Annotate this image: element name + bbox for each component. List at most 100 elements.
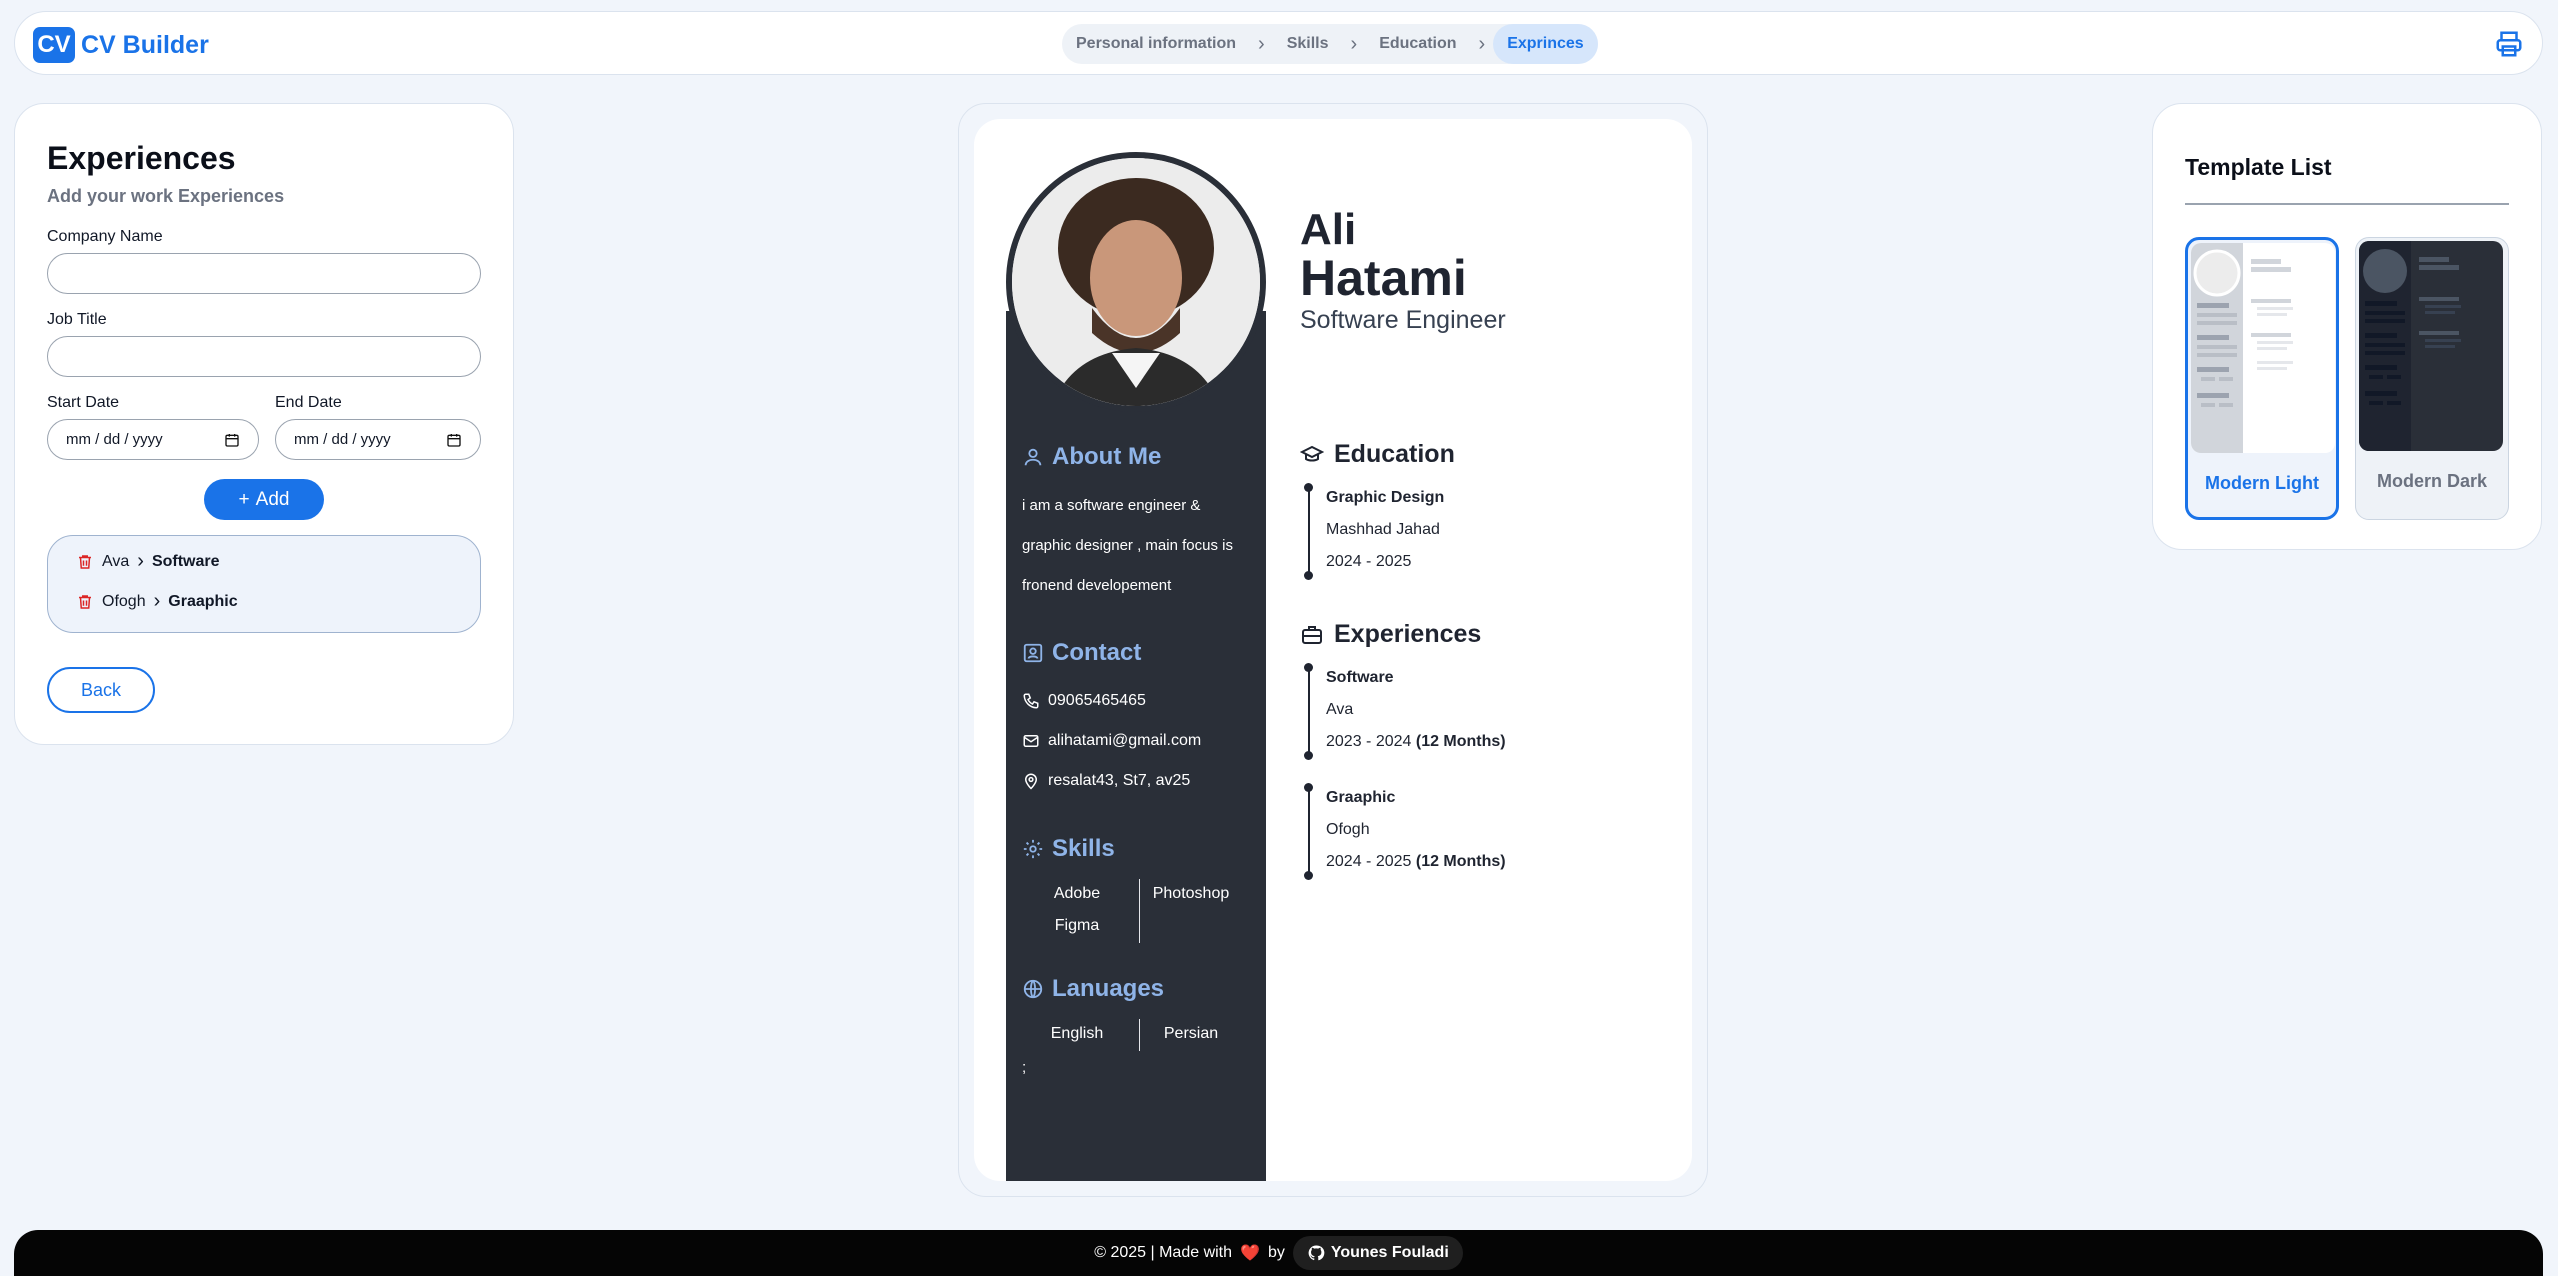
template-dark-thumbnail: [2359, 241, 2503, 451]
contact-phone: 09065465465: [1022, 692, 1146, 710]
languages-heading: Lanuages: [1022, 975, 1164, 1003]
template-light-thumbnail: [2191, 243, 2335, 453]
about-line: graphic designer , main focus is: [1022, 537, 1233, 554]
phone-icon: [1023, 693, 1039, 709]
location-pin-icon: [1024, 773, 1038, 790]
template-modern-dark[interactable]: Modern Dark: [2355, 237, 2509, 520]
timeline-line: [1308, 487, 1310, 577]
experience-period: 2024 - 2025 (12 Months): [1326, 853, 1506, 871]
experience-duration: (12 Months): [1415, 853, 1506, 870]
education-title: Education: [1334, 440, 1455, 468]
end-date-input[interactable]: mm / dd / yyyy: [275, 419, 481, 460]
divider: [2185, 203, 2509, 205]
trash-icon[interactable]: [76, 592, 94, 612]
author-name: Younes Fouladi: [1330, 1244, 1449, 1261]
step-personal-information[interactable]: Personal information: [1062, 24, 1250, 64]
experiences-heading: Experiences: [1300, 620, 1481, 649]
list-item: Ava › Software: [76, 550, 220, 573]
experience-duration: (12 Months): [1415, 733, 1506, 750]
template-modern-light[interactable]: Modern Light: [2185, 237, 2339, 520]
job-title-input[interactable]: [47, 336, 481, 377]
back-button[interactable]: Back: [47, 667, 155, 713]
trash-icon[interactable]: [76, 552, 94, 572]
author-link[interactable]: Younes Fouladi: [1292, 1236, 1463, 1270]
experience-company: Ofogh: [1326, 821, 1370, 838]
form-title: Experiences: [47, 140, 236, 176]
experience-years: 2023 - 2024: [1326, 733, 1412, 750]
about-line: fronend developement: [1022, 577, 1172, 594]
calendar-icon[interactable]: [224, 432, 240, 448]
plus-icon: +: [238, 488, 250, 510]
mail-icon: [1023, 735, 1039, 747]
step-skills[interactable]: Skills: [1273, 24, 1343, 64]
footer-by: by: [1267, 1244, 1285, 1261]
timeline-line: [1308, 667, 1310, 757]
chevron-right-icon: ›: [1258, 32, 1265, 55]
chevron-right-icon: ›: [137, 550, 144, 572]
language-item: Persian: [1163, 1025, 1219, 1042]
start-date-label: Start Date: [47, 394, 120, 411]
footer-text: © 2025 | Made with: [1094, 1244, 1233, 1261]
end-date-label: End Date: [275, 394, 342, 411]
cv-preview: About Me i am a software engineer & grap…: [974, 119, 1692, 1181]
cv-role: Software Engineer: [1300, 306, 1506, 334]
item-company: Ofogh: [102, 592, 146, 610]
about-heading: About Me: [1022, 443, 1161, 471]
gear-icon: [1023, 839, 1043, 859]
chevron-right-icon: ›: [1478, 32, 1486, 55]
experience-job: Graaphic: [1326, 789, 1396, 806]
cv-first-name: Ali: [1300, 205, 1357, 254]
template-name: Modern Dark: [2376, 471, 2488, 491]
cv-last-name: Hatami: [1300, 250, 1467, 306]
divider: [1139, 1019, 1140, 1051]
footer: © 2025 | Made with ❤️ by Younes Fouladi: [14, 1230, 2543, 1276]
experience-list: Ava › Software Ofogh › Graaphic: [47, 535, 481, 633]
profile-photo-illustration: [1012, 158, 1260, 406]
step-education[interactable]: Education: [1365, 24, 1470, 64]
job-title-label: Job Title: [47, 311, 107, 328]
briefcase-icon: [1302, 625, 1322, 644]
contact-heading: Contact: [1022, 639, 1141, 667]
form-subtitle: Add your work Experiences: [47, 186, 285, 206]
app-logo[interactable]: CV CV Builder: [33, 27, 209, 63]
step-experiences[interactable]: Exprinces: [1493, 24, 1598, 64]
experience-form-panel: Experiences Add your work Experiences Co…: [14, 103, 514, 745]
experience-years: 2024 - 2025: [1326, 853, 1412, 870]
contact-title: Contact: [1052, 639, 1142, 666]
about-title: About Me: [1052, 443, 1162, 470]
logo-badge: CV: [33, 27, 75, 63]
contact-address: resalat43, St7, av25: [1022, 772, 1190, 790]
experience-period: 2023 - 2024 (12 Months): [1326, 733, 1506, 751]
experience-job: Software: [1326, 669, 1394, 686]
item-job: Software: [151, 552, 220, 570]
experiences-title: Experiences: [1334, 620, 1482, 648]
company-name-input[interactable]: [47, 253, 481, 294]
skill-item: Adobe: [1053, 885, 1101, 902]
user-icon: [1024, 448, 1042, 466]
add-button-label: Add: [255, 488, 290, 510]
about-line: i am a software engineer &: [1022, 497, 1201, 514]
heart-icon: ❤️: [1240, 1245, 1260, 1262]
education-years: 2024 - 2025: [1326, 553, 1412, 570]
add-button[interactable]: + Add: [204, 479, 324, 520]
list-item: Ofogh › Graaphic: [76, 590, 238, 613]
education-heading: Education: [1300, 440, 1455, 469]
printer-icon[interactable]: [2494, 29, 2524, 59]
phone-text: 09065465465: [1048, 692, 1146, 709]
skills-heading: Skills: [1022, 835, 1115, 863]
languages-title: Lanuages: [1052, 975, 1165, 1002]
start-date-input[interactable]: mm / dd / yyyy: [47, 419, 259, 460]
skills-title: Skills: [1052, 835, 1115, 862]
timeline-dot: [1304, 751, 1313, 760]
step-breadcrumb: Personal information › Skills › Educatio…: [1062, 24, 1598, 64]
company-name-label: Company Name: [47, 228, 163, 245]
globe-icon: [1023, 979, 1043, 999]
calendar-icon[interactable]: [446, 432, 462, 448]
chevron-right-icon: ›: [153, 590, 161, 612]
education-degree: Graphic Design: [1326, 489, 1445, 506]
education-school: Mashhad Jahad: [1326, 521, 1440, 538]
timeline-dot: [1304, 871, 1313, 880]
divider: [1139, 879, 1140, 943]
template-list-panel: Template List Modern Light Modern Dark: [2152, 103, 2542, 550]
skill-item: Photoshop: [1152, 885, 1230, 902]
